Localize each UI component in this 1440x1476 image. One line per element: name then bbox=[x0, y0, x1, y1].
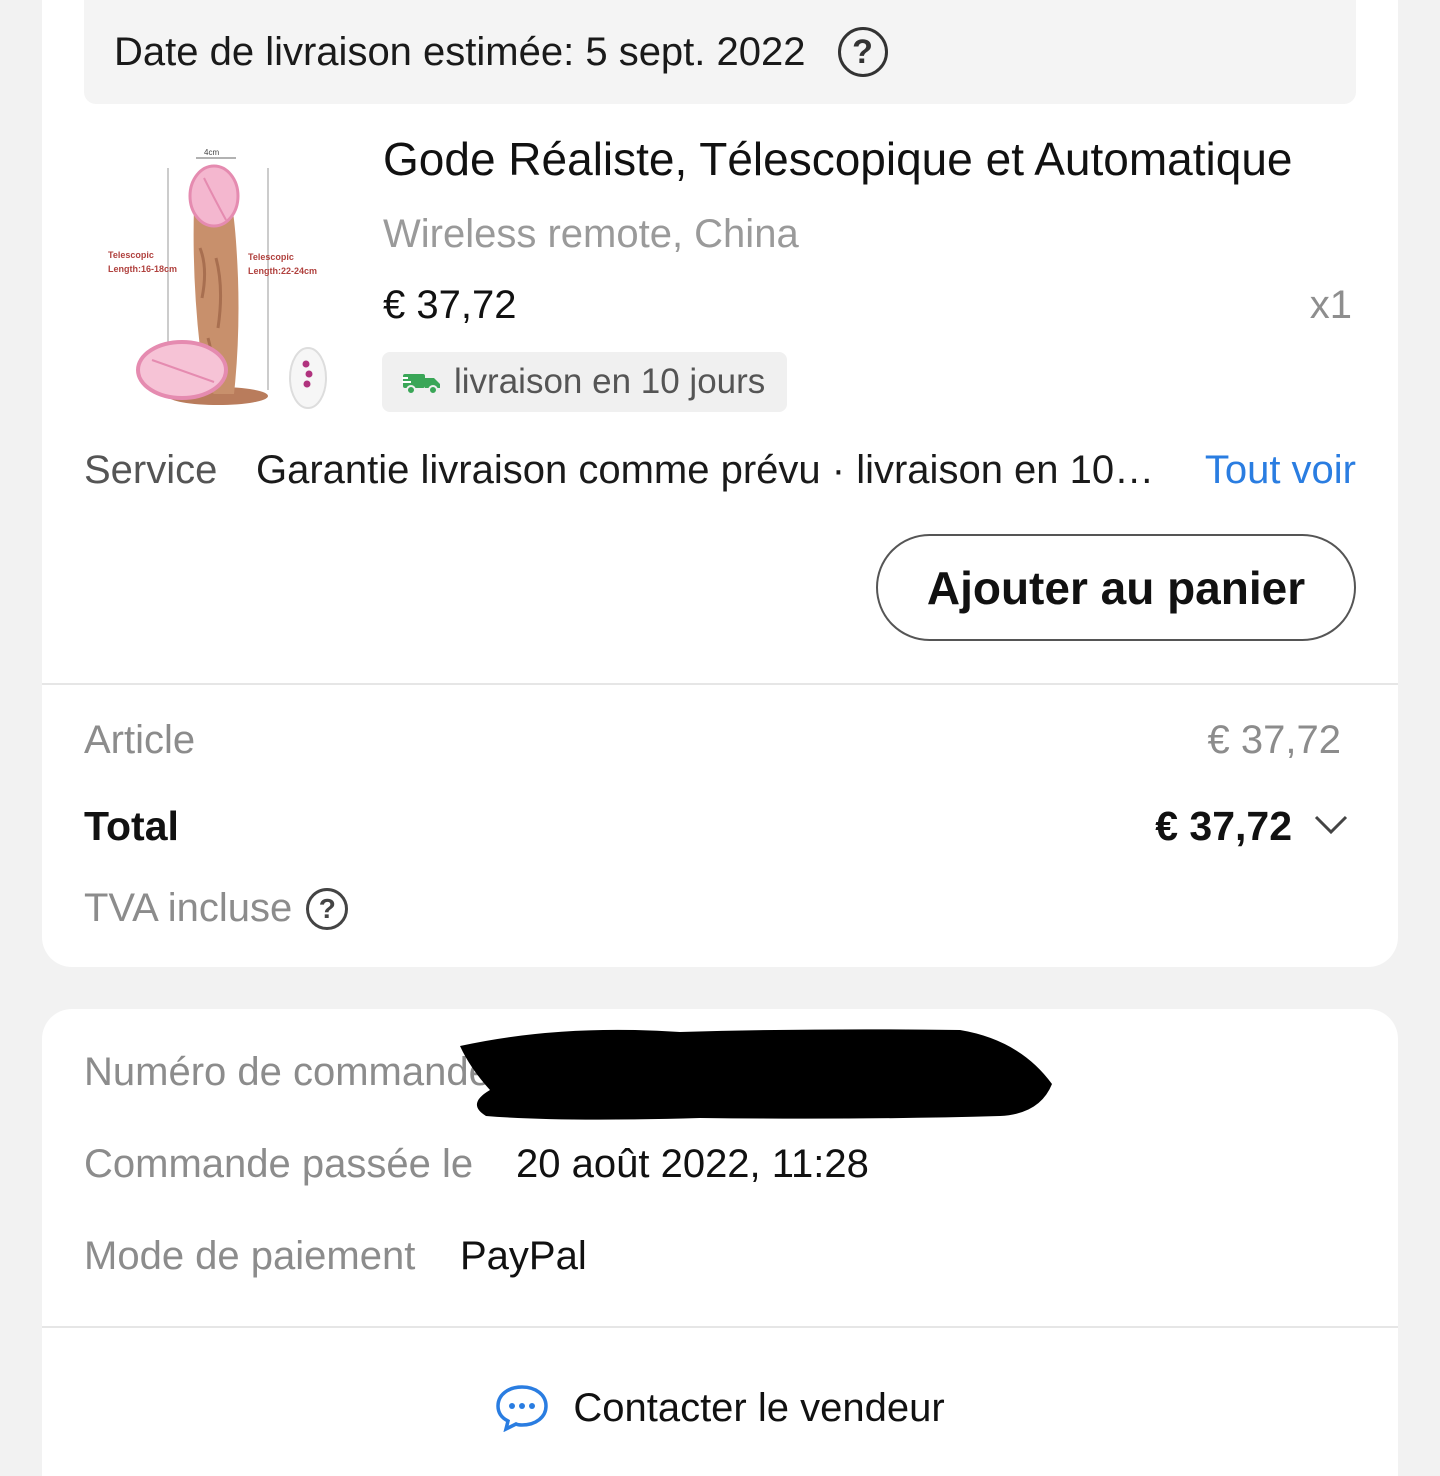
delivery-estimate-banner: Date de livraison estimée: 5 sept. 2022 … bbox=[84, 0, 1356, 104]
truck-icon bbox=[402, 368, 442, 396]
contact-seller-label: Contacter le vendeur bbox=[573, 1385, 945, 1430]
image-label-left-2: Length:16-18cm bbox=[108, 264, 177, 274]
divider bbox=[42, 1326, 1398, 1328]
product-price: € 37,72 bbox=[383, 283, 517, 327]
image-label-right-2: Length:22-24cm bbox=[248, 266, 317, 276]
order-placed-label: Commande passée le bbox=[84, 1142, 474, 1186]
payment-method-value: PayPal bbox=[460, 1234, 587, 1278]
add-to-cart-button[interactable]: Ajouter au panier bbox=[876, 534, 1356, 641]
product-image: 4cm Telescopic Length:16-18cm Telescopic… bbox=[108, 148, 327, 409]
tva-row: TVA incluse ? bbox=[84, 886, 349, 931]
contact-seller-button[interactable]: Contacter le vendeur bbox=[42, 1360, 1398, 1456]
product-quantity: x1 bbox=[1309, 283, 1352, 327]
product-thumbnail[interactable]: 4cm Telescopic Length:16-18cm Telescopic… bbox=[96, 138, 344, 416]
service-row: Service Garantie livraison comme prévu ·… bbox=[84, 442, 1356, 498]
total-value[interactable]: € 37,72 bbox=[1155, 803, 1292, 850]
tva-help-icon[interactable]: ? bbox=[306, 887, 349, 930]
shipping-time-text: livraison en 10 jours bbox=[454, 362, 766, 401]
product-variant: Wireless remote, China bbox=[383, 212, 799, 256]
order-placed-value: 20 août 2022, 11:28 bbox=[516, 1142, 869, 1186]
payment-method-label: Mode de paiement bbox=[84, 1234, 416, 1278]
see-all-link[interactable]: Tout voir bbox=[1205, 448, 1356, 493]
total-label: Total bbox=[84, 803, 179, 849]
image-label-right-1: Telescopic bbox=[248, 252, 294, 262]
service-value: Garantie livraison comme prévu · livrais… bbox=[256, 447, 1205, 492]
delivery-estimate-text: Date de livraison estimée: 5 sept. 2022 bbox=[114, 29, 806, 74]
article-value: € 37,72 bbox=[1207, 718, 1341, 762]
image-label-top: 4cm bbox=[204, 148, 219, 157]
product-title[interactable]: Gode Réaliste, Télescopique et Automatiq… bbox=[383, 132, 1355, 186]
tva-label: TVA incluse bbox=[84, 886, 293, 930]
delivery-help-icon[interactable]: ? bbox=[837, 27, 888, 77]
chat-bubble-icon bbox=[495, 1384, 549, 1432]
order-number-label: Numéro de commande bbox=[84, 1050, 491, 1094]
divider bbox=[42, 683, 1398, 685]
chevron-down-icon[interactable] bbox=[1314, 814, 1348, 841]
article-label: Article bbox=[84, 718, 196, 762]
shipping-time-chip: livraison en 10 jours bbox=[382, 352, 788, 412]
image-label-left-1: Telescopic bbox=[108, 250, 154, 260]
redaction-scribble bbox=[440, 1018, 1070, 1130]
service-label: Service bbox=[84, 447, 218, 492]
